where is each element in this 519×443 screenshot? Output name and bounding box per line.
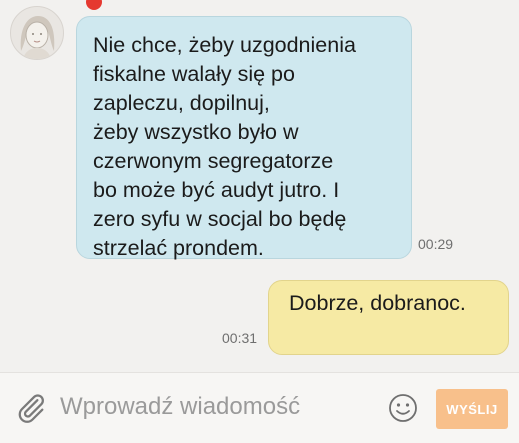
outgoing-message-bubble[interactable]: Dobrze, dobranoc. — [268, 280, 509, 355]
unread-indicator — [86, 0, 102, 10]
outgoing-message-time: 00:31 — [222, 330, 258, 346]
message-input[interactable] — [60, 387, 370, 427]
smiley-icon[interactable] — [388, 393, 418, 423]
chat-area: Nie chce, żeby uzgodnienia fiskalne wala… — [0, 0, 519, 370]
female-avatar-icon — [20, 16, 55, 59]
paperclip-icon[interactable] — [14, 391, 48, 425]
contact-avatar[interactable] — [10, 6, 64, 60]
send-button[interactable]: WYŚLIJ — [436, 389, 508, 429]
incoming-message-bubble[interactable]: Nie chce, żeby uzgodnienia fiskalne wala… — [76, 16, 412, 260]
incoming-message-time: 00:29 — [418, 236, 454, 252]
message-composer: WYŚLIJ — [0, 372, 519, 443]
incoming-message-text: Nie chce, żeby uzgodnienia fiskalne wala… — [93, 33, 356, 260]
outgoing-message-text: Dobrze, dobranoc. — [289, 291, 466, 315]
